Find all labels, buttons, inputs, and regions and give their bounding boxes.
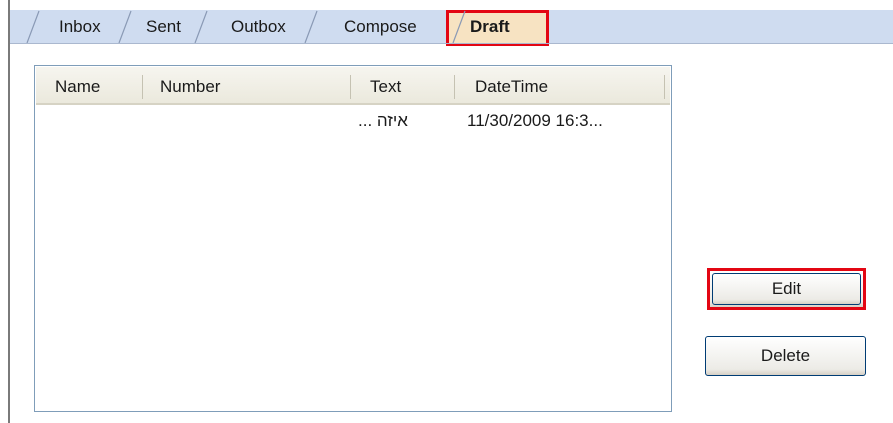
tab-draft-label: Draft [470,17,510,36]
edit-button-highlight: Edit [707,268,866,310]
tab-outbox-label: Outbox [231,17,286,36]
tab-separator-icon [452,10,466,44]
tab-sent[interactable]: Sent [118,10,198,44]
column-divider[interactable] [142,75,143,99]
column-header-number[interactable]: Number [160,67,220,103]
tab-strip-divider [10,43,893,44]
tab-compose[interactable]: Compose [304,10,444,44]
tab-strip: Inbox Sent Outbox Compose Draft [10,10,893,46]
edit-button[interactable]: Edit [712,273,861,305]
window-left-border [8,0,10,423]
column-header-name[interactable]: Name [55,67,100,103]
tab-separator-icon [304,10,318,44]
column-divider[interactable] [454,75,455,99]
tab-separator-icon [118,10,132,44]
delete-button[interactable]: Delete [705,336,866,376]
cell-datetime: 11/30/2009 16:3... [467,111,603,130]
list-item[interactable]: איזה ... 11/30/2009 16:3... [36,108,670,134]
cell-text: איזה ... [358,111,408,130]
tab-inbox-label: Inbox [59,17,101,36]
draft-messages-window: Inbox Sent Outbox Compose Draft Name Num… [0,0,893,423]
tab-separator-icon [194,10,208,44]
tab-inbox[interactable]: Inbox [26,10,121,44]
draft-message-list[interactable]: Name Number Text DateTime איזה ... 11/30… [34,65,672,412]
column-divider[interactable] [350,75,351,99]
tab-outbox[interactable]: Outbox [194,10,306,44]
list-header: Name Number Text DateTime [36,67,670,105]
tab-compose-label: Compose [344,17,417,36]
tab-separator-icon [26,10,40,44]
tab-sent-label: Sent [146,17,181,36]
column-header-text[interactable]: Text [370,67,401,103]
column-header-datetime[interactable]: DateTime [475,67,548,103]
column-divider[interactable] [664,75,665,99]
tab-draft[interactable]: Draft [446,10,549,46]
